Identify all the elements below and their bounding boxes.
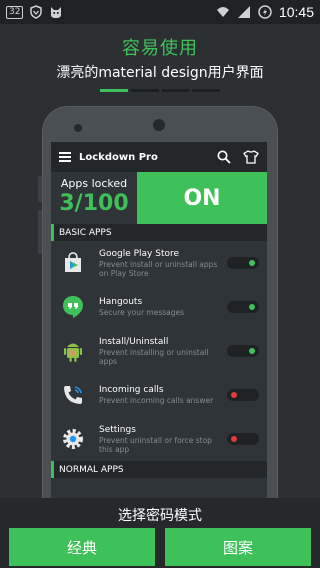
list-item[interactable]: Install/Uninstall Prevent installing or … [51,329,267,373]
status-bar: 32 10:45 [0,0,320,24]
lock-toggle[interactable] [227,345,259,357]
list-item[interactable]: Hangouts Secure your messages [51,285,267,329]
feature-subline: 漂亮的material design用户界面 [56,65,264,81]
phone-speaker [74,124,82,132]
list-item[interactable]: Settings Prevent uninstall or force stop… [51,417,267,461]
app-title: Lockdown Pro [79,151,158,163]
app-name: Hangouts [99,297,143,307]
classic-mode-button[interactable]: 经典 [9,528,155,566]
app-description: Prevent incoming calls answer [99,396,214,405]
settings-gear-icon [63,429,83,449]
pattern-mode-button[interactable]: 图案 [165,528,311,566]
page-indicator [100,89,220,93]
section-header-normal: NORMAL APPS [51,461,267,478]
search-icon[interactable] [217,150,231,164]
app-description: Prevent uninstall or force stop this app [99,435,212,454]
play-store-icon [65,252,81,272]
section-header-basic: BASIC APPS [51,224,267,241]
shield-icon [30,5,43,19]
app-name: Settings [99,424,136,435]
lock-toggle[interactable] [227,433,259,445]
clock: 10:45 [278,4,314,20]
password-mode-panel: 选择密码模式 经典 图案 [0,498,320,568]
battery-charging-icon [258,5,272,19]
lock-toggle[interactable] [227,301,259,313]
app-name: Incoming calls [99,385,164,395]
wifi-icon [216,7,229,17]
apps-locked-box: Apps locked 3/100 [51,172,137,224]
app-name: Google Play Store [99,248,180,259]
phone-side-button [38,176,42,202]
master-lock-toggle[interactable]: ON [137,172,267,224]
page-dot [161,89,190,92]
phone-camera [153,119,165,131]
cat-icon [51,7,62,18]
app-description: Prevent installing or uninstall apps [99,347,209,366]
android-installer-icon [64,343,82,362]
page-dot [100,89,128,92]
list-item[interactable]: Google Play Store Prevent install or uni… [51,241,267,285]
notification-count-icon: 32 [6,5,24,19]
phone-mockup: Lockdown Pro Apps locked 3/100 ON BASIC … [38,106,278,506]
apps-locked-count: 3/100 [59,191,129,216]
app-description: Secure your messages [99,308,185,317]
page-dot [130,89,159,92]
menu-icon[interactable] [59,152,71,162]
lock-summary: Apps locked 3/100 ON [51,172,267,224]
phone-screen: Lockdown Pro Apps locked 3/100 ON BASIC … [51,142,267,502]
password-mode-title: 选择密码模式 [118,508,202,524]
app-name: Install/Uninstall [99,336,169,347]
theme-shirt-icon[interactable] [243,150,259,164]
page-dot [192,89,220,92]
list-item[interactable]: Incoming calls Prevent incoming calls an… [51,373,267,417]
feature-headline: 容易使用 [122,38,198,59]
phone-side-button [38,210,42,254]
hangouts-icon [63,296,83,318]
lock-toggle[interactable] [227,257,259,269]
apps-locked-label: Apps locked [60,177,128,190]
app-toolbar: Lockdown Pro [51,142,267,172]
signal-icon [237,6,250,18]
app-description: Prevent install or uninstall apps on Pla… [99,259,218,278]
lock-toggle[interactable] [227,389,259,401]
phone-icon [64,386,82,404]
